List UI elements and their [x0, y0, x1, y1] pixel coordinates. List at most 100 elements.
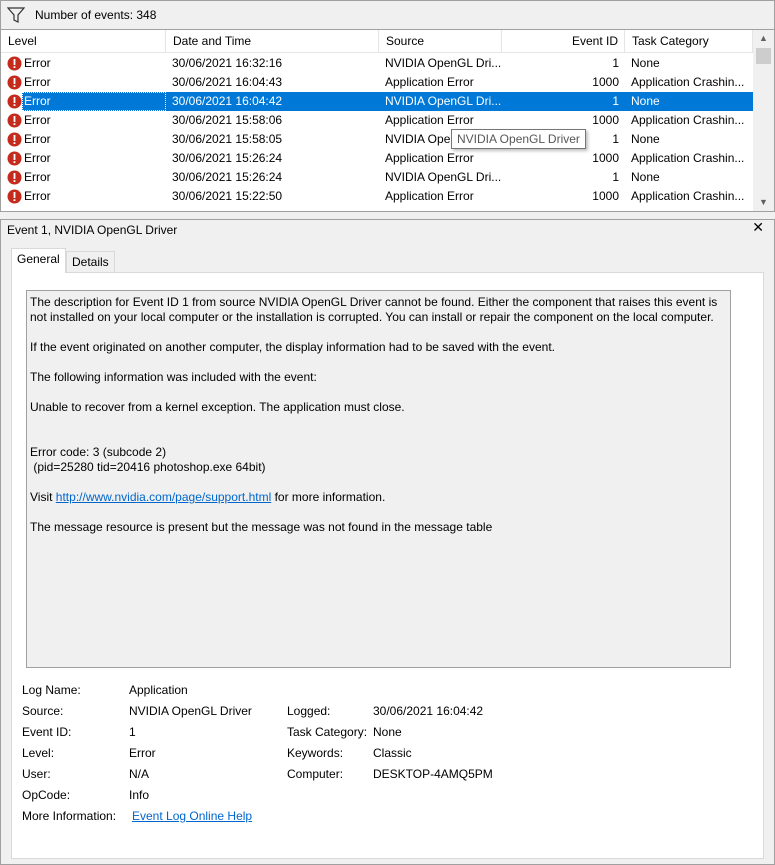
value-computer: DESKTOP-4AMQ5PM — [373, 767, 493, 781]
cell-task-category: None — [631, 170, 660, 184]
cell-level: Error — [24, 170, 51, 184]
source-tooltip: NVIDIA OpenGL Driver — [451, 129, 586, 149]
value-level: Error — [129, 746, 156, 760]
label-level: Level: — [22, 746, 55, 760]
cell-event-id: 1 — [612, 94, 619, 108]
event-row[interactable]: Error 30/06/2021 15:58:06 Application Er… — [1, 111, 753, 130]
cell-event-id: 1000 — [592, 75, 619, 89]
cell-task-category: None — [631, 94, 660, 108]
cell-datetime: 30/06/2021 15:58:05 — [172, 132, 283, 146]
events-grid[interactable]: Level Date and Time Source Event ID Task… — [0, 29, 775, 212]
event-log-online-help-link[interactable]: Event Log Online Help — [132, 809, 252, 823]
nvidia-support-link[interactable]: http://www.nvidia.com/page/support.html — [56, 490, 271, 504]
label-event-id: Event ID: — [22, 725, 72, 739]
cell-task-category: Application Crashin... — [631, 189, 745, 203]
value-keywords: Classic — [373, 746, 412, 760]
tab-general[interactable]: General — [11, 248, 66, 273]
close-icon[interactable]: ✕ — [752, 219, 764, 236]
cell-event-id: 1 — [612, 170, 619, 184]
cell-level: Error — [24, 189, 51, 203]
scroll-up-arrow-icon[interactable]: ▲ — [753, 30, 774, 47]
cell-task-category: None — [631, 56, 660, 70]
value-event-id: 1 — [129, 725, 136, 739]
value-opcode: Info — [129, 788, 150, 802]
cell-datetime: 30/06/2021 15:22:50 — [172, 189, 283, 203]
label-log-name: Log Name: — [22, 683, 81, 697]
cell-level: Error — [24, 113, 51, 127]
cell-source: Application Error — [385, 75, 474, 89]
label-computer: Computer: — [287, 767, 344, 781]
value-task-category: None — [373, 725, 402, 739]
cell-task-category: None — [631, 132, 660, 146]
cell-datetime: 30/06/2021 15:58:06 — [172, 113, 283, 127]
event-description[interactable]: The description for Event ID 1 from sour… — [26, 290, 731, 668]
column-header-level[interactable]: Level — [1, 30, 166, 53]
cell-datetime: 30/06/2021 16:04:42 — [172, 94, 283, 108]
description-pid-info: (pid=25280 tid=20416 photoshop.exe 64bit… — [30, 460, 266, 474]
label-source: Source: — [22, 704, 64, 718]
error-icon — [7, 94, 22, 109]
visit-suffix: for more information. — [271, 490, 386, 504]
cell-level: Error — [24, 132, 51, 146]
error-icon — [7, 56, 22, 71]
cell-task-category: Application Crashin... — [631, 151, 745, 165]
event-row[interactable]: Error 30/06/2021 15:22:50 Application Er… — [1, 187, 753, 206]
cell-source: Application Error — [385, 113, 474, 127]
cell-level: Error — [24, 151, 51, 165]
cell-datetime: 30/06/2021 15:26:24 — [172, 151, 283, 165]
column-header-source[interactable]: Source — [379, 30, 502, 53]
event-row[interactable]: Error 30/06/2021 15:26:24 Application Er… — [1, 149, 753, 168]
description-visit-line: Visit http://www.nvidia.com/page/support… — [30, 490, 727, 505]
description-paragraph: The message resource is present but the … — [30, 520, 493, 534]
cell-task-category: Application Crashin... — [631, 113, 745, 127]
column-header-event-id[interactable]: Event ID — [502, 30, 625, 53]
description-error-code: Error code: 3 (subcode 2) — [30, 445, 167, 459]
error-icon — [7, 132, 22, 147]
cell-level: Error — [24, 75, 51, 89]
error-icon — [7, 151, 22, 166]
label-keywords: Keywords: — [287, 746, 344, 760]
error-icon — [7, 170, 22, 185]
cell-task-category: Application Crashin... — [631, 75, 745, 89]
label-opcode: OpCode: — [22, 788, 71, 802]
label-user: User: — [22, 767, 51, 781]
label-task-category: Task Category: — [287, 725, 368, 739]
cell-event-id: 1000 — [592, 113, 619, 127]
event-rows: Error 30/06/2021 16:32:16 NVIDIA OpenGL … — [1, 54, 753, 206]
cell-source: Application Error — [385, 151, 474, 165]
value-source: NVIDIA OpenGL Driver — [129, 704, 252, 718]
pane-splitter[interactable] — [0, 212, 775, 219]
value-logged: 30/06/2021 16:04:42 — [373, 704, 484, 718]
tab-details[interactable]: Details — [66, 251, 115, 272]
event-details-pane: Event 1, NVIDIA OpenGL Driver ✕ General … — [0, 219, 775, 865]
scroll-thumb[interactable] — [756, 48, 771, 64]
cell-source: NVIDIA OpenGL Dri... — [385, 56, 502, 70]
cell-source: NVIDIA OpenGL Dri... — [385, 94, 502, 108]
label-more-information: More Information: — [22, 809, 117, 823]
error-icon — [7, 75, 22, 90]
cell-event-id: 1 — [612, 56, 619, 70]
column-header-task-category[interactable]: Task Category — [625, 30, 753, 53]
grid-header: Level Date and Time Source Event ID Task… — [1, 30, 753, 53]
description-paragraph: If the event originated on another compu… — [30, 340, 555, 354]
column-header-datetime[interactable]: Date and Time — [166, 30, 379, 53]
event-row-selected[interactable]: Error 30/06/2021 16:04:42 NVIDIA OpenGL … — [1, 92, 753, 111]
scroll-down-arrow-icon[interactable]: ▼ — [753, 194, 774, 211]
error-icon — [7, 189, 22, 204]
event-row[interactable]: Error 30/06/2021 16:32:16 NVIDIA OpenGL … — [1, 54, 753, 73]
cell-source: NVIDIA OpenGL Dri... — [385, 170, 502, 184]
event-count-label: Number of events: 348 — [35, 8, 157, 22]
filter-icon[interactable] — [7, 6, 25, 24]
grid-vertical-scrollbar[interactable]: ▲ ▼ — [753, 30, 774, 211]
event-row[interactable]: Error 30/06/2021 15:26:24 NVIDIA OpenGL … — [1, 168, 753, 187]
event-row[interactable]: Error 30/06/2021 16:04:43 Application Er… — [1, 73, 753, 92]
event-row[interactable]: Error 30/06/2021 15:58:05 NVIDIA Oper 1 … — [1, 130, 753, 149]
cell-event-id: 1000 — [592, 189, 619, 203]
label-logged: Logged: — [287, 704, 331, 718]
event-details-title: Event 1, NVIDIA OpenGL Driver — [7, 223, 178, 237]
cell-datetime: 30/06/2021 16:04:43 — [172, 75, 283, 89]
description-paragraph: Unable to recover from a kernel exceptio… — [30, 400, 405, 414]
cell-datetime: 30/06/2021 16:32:16 — [172, 56, 283, 70]
cell-datetime: 30/06/2021 15:26:24 — [172, 170, 283, 184]
description-paragraph: The description for Event ID 1 from sour… — [30, 295, 718, 324]
